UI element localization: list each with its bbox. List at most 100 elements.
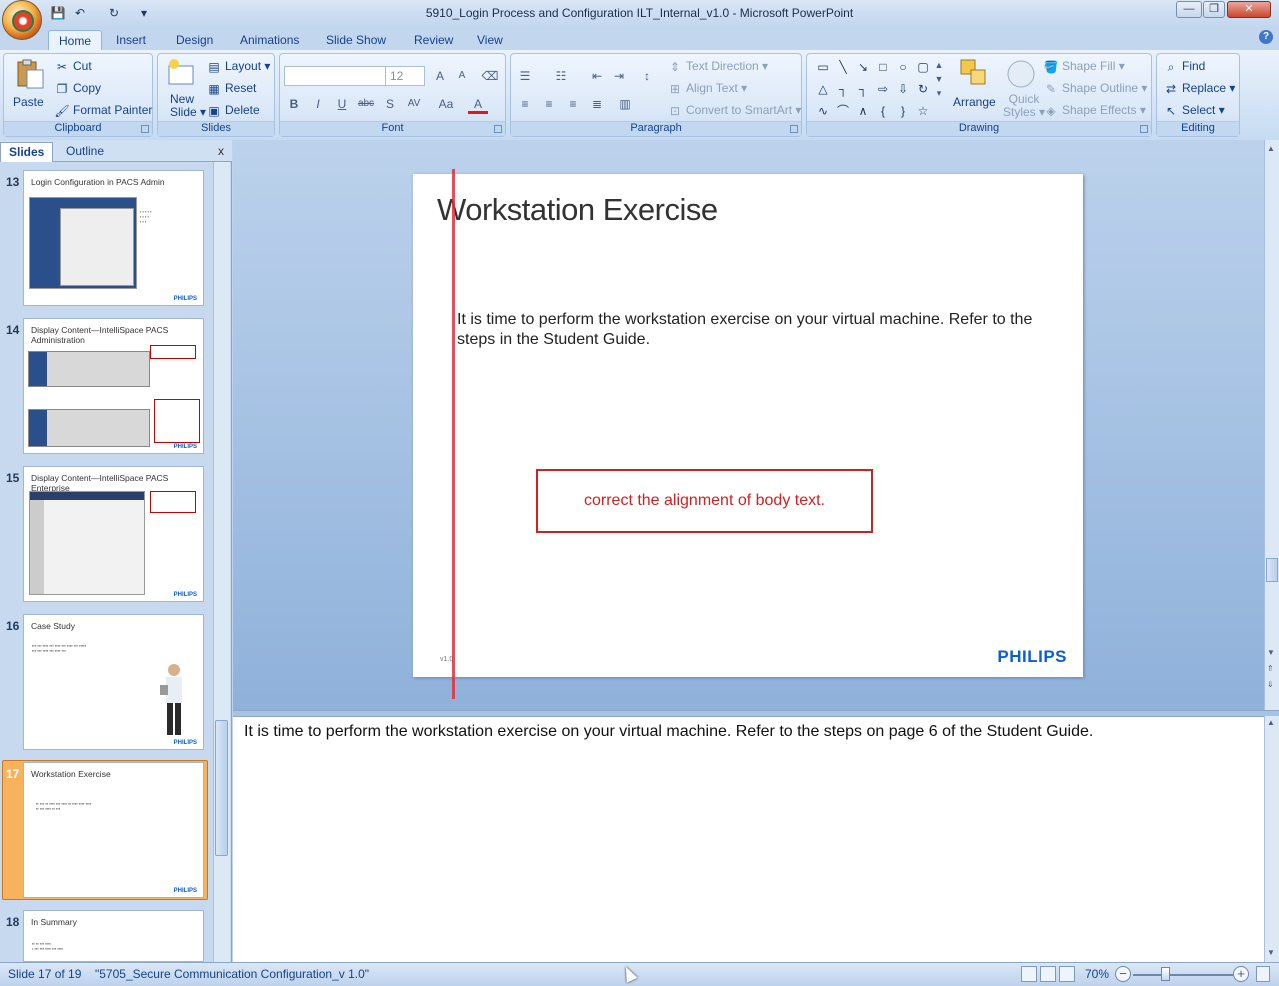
down-arrow-shape-icon[interactable]: ⇩ — [895, 82, 911, 96]
curve-shape-icon[interactable]: ∧ — [855, 104, 871, 118]
new-slide-button[interactable]: New Slide ▾ — [170, 93, 206, 119]
notes-scrollbar[interactable]: ▲ ▼ — [1264, 716, 1279, 962]
clipboard-launcher-icon[interactable] — [141, 125, 149, 133]
paragraph-launcher-icon[interactable] — [790, 125, 798, 133]
left-brace-icon[interactable]: { — [875, 104, 891, 118]
slide-sorter-view-icon[interactable] — [1040, 966, 1056, 982]
shapes-more-icon[interactable]: ▲ ▼ ▾ — [933, 58, 945, 120]
tab-home[interactable]: Home — [48, 30, 103, 51]
tab-slide-show[interactable]: Slide Show — [316, 30, 396, 51]
shape-effects-button[interactable]: ◈ Shape Effects ▾ — [1043, 101, 1145, 119]
slide-scrollbar[interactable]: ▲ ▼ ⇑ ⇓ — [1264, 140, 1279, 710]
slide-canvas[interactable]: Workstation Exercise It is time to perfo… — [413, 174, 1083, 677]
slide-title[interactable]: Workstation Exercise — [437, 192, 718, 228]
copy-button[interactable]: ❐ Copy — [54, 79, 101, 97]
arrow-shape-icon[interactable]: ↘ — [855, 60, 871, 74]
find-button[interactable]: ⌕ Find — [1163, 57, 1206, 75]
textbox-shape-icon[interactable]: ▭ — [815, 60, 831, 74]
bullets-icon[interactable]: ☰ — [515, 66, 535, 86]
align-text-button[interactable]: ⊞ Align Text ▾ — [667, 79, 747, 97]
select-button[interactable]: ↖ Select ▾ — [1163, 101, 1225, 119]
scroll-down-icon[interactable]: ▼ — [1267, 648, 1275, 657]
decrease-indent-icon[interactable]: ⇤ — [587, 66, 607, 86]
underline-button[interactable]: U — [332, 94, 352, 114]
font-size-input[interactable]: 12 — [385, 66, 425, 86]
zoom-level[interactable]: 70% — [1085, 967, 1109, 981]
align-right-icon[interactable]: ≡ — [563, 94, 583, 114]
paste-button[interactable]: Paste — [13, 93, 44, 111]
convert-smartart-button[interactable]: ⊡ Convert to SmartArt ▾ — [667, 101, 801, 119]
character-spacing-button[interactable]: AV — [404, 94, 424, 114]
tab-slides[interactable]: Slides — [0, 142, 54, 162]
minimize-button[interactable]: — — [1176, 1, 1202, 18]
tab-view[interactable]: View — [467, 30, 513, 51]
tab-design[interactable]: Design — [166, 30, 223, 51]
right-arrow-shape-icon[interactable]: ⇨ — [875, 82, 891, 96]
office-button[interactable] — [2, 0, 42, 40]
elbow-arrow-icon[interactable]: ┐ — [855, 82, 871, 96]
close-button[interactable]: ✕ — [1227, 1, 1271, 18]
increase-indent-icon[interactable]: ⇥ — [609, 66, 629, 86]
italic-button[interactable]: I — [308, 94, 328, 114]
star-shape-icon[interactable]: ☆ — [915, 104, 931, 118]
notes-text[interactable]: It is time to perform the workstation ex… — [244, 723, 1093, 741]
quick-styles-button[interactable]: Quick Styles ▾ — [1003, 93, 1045, 119]
numbering-icon[interactable]: ☷ — [551, 66, 571, 86]
reset-button[interactable]: ▦ Reset — [206, 79, 256, 97]
strikethrough-button[interactable]: abc — [356, 94, 376, 114]
shrink-font-button[interactable]: A — [452, 66, 472, 86]
arc-shape-icon[interactable]: ⌒ — [835, 104, 851, 118]
align-left-icon[interactable]: ≡ — [515, 94, 535, 114]
fit-to-window-icon[interactable] — [1256, 966, 1270, 982]
previous-slide-icon[interactable]: ⇑ — [1267, 664, 1274, 673]
cut-button[interactable]: ✂ Cut — [54, 57, 92, 75]
notes-pane[interactable]: It is time to perform the workstation ex… — [233, 716, 1264, 962]
shape-fill-button[interactable]: 🪣 Shape Fill ▾ — [1043, 57, 1125, 75]
zoom-slider[interactable] — [1133, 974, 1233, 976]
justify-icon[interactable]: ≣ — [587, 94, 607, 114]
columns-icon[interactable]: ▥ — [615, 94, 635, 114]
text-direction-button[interactable]: ⇕ Text Direction ▾ — [667, 57, 768, 75]
zoom-out-button[interactable]: − — [1115, 966, 1131, 982]
line-spacing-icon[interactable]: ↕ — [637, 66, 657, 86]
next-slide-icon[interactable]: ⇓ — [1267, 680, 1274, 689]
notes-scroll-up-icon[interactable]: ▲ — [1267, 718, 1275, 727]
line-shape-icon[interactable]: ╲ — [835, 60, 851, 74]
clear-formatting-icon[interactable]: ⌫ — [480, 66, 500, 86]
arrange-button[interactable]: Arrange — [953, 93, 996, 111]
right-brace-icon[interactable]: } — [895, 104, 911, 118]
font-color-button[interactable]: A — [468, 94, 488, 114]
close-pane-icon[interactable]: x — [218, 144, 224, 158]
font-name-input[interactable] — [284, 66, 386, 86]
normal-view-icon[interactable] — [1021, 966, 1037, 982]
zoom-slider-knob[interactable] — [1161, 967, 1170, 981]
font-launcher-icon[interactable] — [494, 125, 502, 133]
maximize-button[interactable]: ❐ — [1203, 1, 1225, 18]
tab-animations[interactable]: Animations — [230, 30, 309, 51]
triangle-shape-icon[interactable]: △ — [815, 82, 831, 96]
text-shadow-button[interactable]: S — [380, 94, 400, 114]
elbow-connector-icon[interactable]: ┐ — [835, 82, 851, 96]
help-icon[interactable]: ? — [1259, 30, 1273, 44]
drawing-launcher-icon[interactable] — [1140, 125, 1148, 133]
rounded-rect-shape-icon[interactable]: ▢ — [915, 60, 931, 74]
zoom-in-button[interactable]: + — [1233, 966, 1249, 982]
slide-show-view-icon[interactable] — [1059, 966, 1075, 982]
format-painter-button[interactable]: 🖌 Format Painter — [54, 101, 152, 119]
scroll-up-icon[interactable]: ▲ — [1267, 144, 1275, 153]
slides-pane-scroll-thumb[interactable] — [215, 720, 228, 856]
tab-insert[interactable]: Insert — [106, 30, 156, 51]
tab-outline[interactable]: Outline — [58, 142, 112, 162]
curved-arrow-shape-icon[interactable]: ↻ — [915, 82, 931, 96]
delete-button[interactable]: ▣ Delete — [206, 101, 259, 119]
bold-button[interactable]: B — [284, 94, 304, 114]
change-case-button[interactable]: Aa — [436, 94, 456, 114]
replace-button[interactable]: ⇄ Replace ▾ — [1163, 79, 1235, 97]
shape-outline-button[interactable]: ✎ Shape Outline ▾ — [1043, 79, 1147, 97]
oval-shape-icon[interactable]: ○ — [895, 60, 911, 74]
notes-scroll-down-icon[interactable]: ▼ — [1267, 948, 1275, 957]
review-comment-box[interactable]: correct the alignment of body text. — [536, 469, 873, 533]
align-center-icon[interactable]: ≡ — [539, 94, 559, 114]
slide-scroll-thumb[interactable] — [1266, 558, 1278, 582]
slide-body-text[interactable]: It is time to perform the workstation ex… — [457, 310, 1047, 350]
